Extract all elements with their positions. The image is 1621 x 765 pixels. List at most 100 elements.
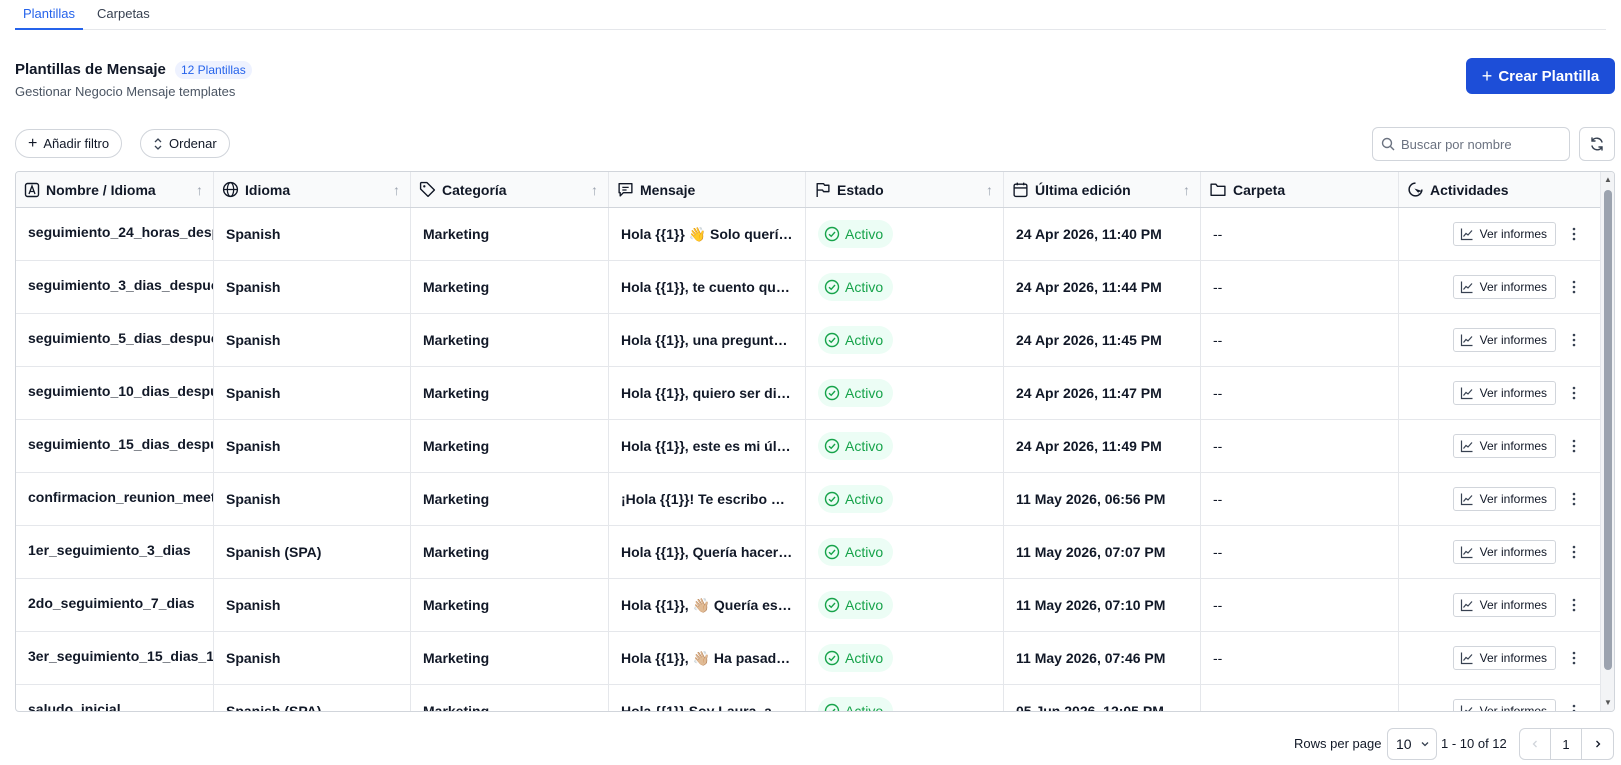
template-name-cell: seguimiento_10_dias_despues	[16, 367, 214, 419]
column-header-language[interactable]: Idioma ↑	[214, 172, 411, 207]
table-row[interactable]: 1er_seguimiento_3_dias Spanish (SPA) Marke…	[16, 526, 1614, 579]
status-badge: Activo	[818, 591, 894, 619]
template-language: Spanish	[226, 279, 281, 295]
view-reports-button[interactable]: Ver informes	[1452, 275, 1556, 299]
more-options-icon[interactable]	[1566, 223, 1582, 245]
name-icon	[24, 182, 40, 197]
table-row[interactable]: seguimiento_3_dias_despues Spanish Marketi…	[16, 261, 1614, 314]
language-cell: Spanish	[214, 579, 411, 631]
next-page-button[interactable]	[1582, 729, 1613, 759]
status-badge: Activo	[818, 379, 894, 407]
status-badge: Activo	[818, 697, 894, 712]
search-input[interactable]	[1401, 136, 1561, 152]
sort-arrow-icon[interactable]: ↑	[393, 182, 400, 198]
scroll-down-icon[interactable]: ▼	[1603, 698, 1613, 708]
vertical-scrollbar[interactable]: ▲ ▼	[1600, 172, 1614, 711]
template-name-cell: 3er_seguimiento_15_dias_1	[16, 632, 214, 684]
message-cell: Hola {{1}}, una pregunta rápida	[609, 314, 806, 366]
column-header-message[interactable]: Mensaje	[609, 172, 806, 207]
template-category: Marketing	[423, 597, 490, 613]
sort-arrow-icon[interactable]: ↑	[196, 182, 203, 198]
refresh-button[interactable]	[1579, 127, 1615, 161]
activities-cell: Ver informes	[1399, 473, 1596, 525]
prev-page-button[interactable]	[1520, 729, 1551, 759]
more-options-icon[interactable]	[1566, 488, 1582, 510]
status-cell: Activo	[806, 579, 1004, 631]
folder-cell: --	[1201, 685, 1399, 712]
column-header-last-edit[interactable]: Última edición ↑	[1004, 172, 1201, 207]
more-options-icon[interactable]	[1566, 594, 1582, 616]
category-cell: Marketing	[411, 579, 609, 631]
view-reports-button[interactable]: Ver informes	[1452, 699, 1556, 711]
table-row[interactable]: saludo_inicial Spanish (SPA) Marketing Hola…	[16, 685, 1614, 712]
more-options-icon[interactable]	[1566, 329, 1582, 351]
status-label: Activo	[845, 703, 884, 712]
language-cell: Spanish	[214, 632, 411, 684]
globe-icon	[222, 181, 239, 198]
language-cell: Spanish (SPA)	[214, 526, 411, 578]
scroll-up-icon[interactable]: ▲	[1603, 175, 1613, 185]
sort-arrow-icon[interactable]: ↑	[986, 182, 993, 198]
sort-arrow-icon[interactable]: ↑	[1183, 182, 1190, 198]
template-category: Marketing	[423, 438, 490, 454]
view-reports-button[interactable]: Ver informes	[1452, 487, 1556, 511]
page-button-current[interactable]: 1	[1551, 729, 1582, 759]
message-cell: Hola {{1}}, este es mi último	[609, 420, 806, 472]
add-filter-button[interactable]: + Añadir filtro	[15, 129, 123, 158]
view-reports-button[interactable]: Ver informes	[1452, 593, 1556, 617]
column-label: Última edición	[1035, 181, 1131, 198]
message-cell: Hola {{1}}, te cuento que la	[609, 261, 806, 313]
template-message: ¡Hola {{1}}! Te escribo para	[621, 491, 793, 507]
table-row[interactable]: seguimiento_5_dias_despues Spanish Marketi…	[16, 314, 1614, 367]
last-edit-cell: 24 Apr 2026, 11:47 PM	[1004, 367, 1201, 419]
more-options-icon[interactable]	[1566, 435, 1582, 457]
more-options-icon[interactable]	[1566, 382, 1582, 404]
status-badge: Activo	[818, 326, 894, 354]
sort-arrow-icon[interactable]: ↑	[591, 182, 598, 198]
table-row[interactable]: seguimiento_24_horas_despu Spanish Marketi…	[16, 208, 1614, 261]
create-template-button[interactable]: + Crear Plantilla	[1466, 58, 1615, 94]
more-options-icon[interactable]	[1566, 700, 1582, 711]
table-header: Nombre / Idioma ↑ Idioma ↑ Categoría ↑ M…	[16, 172, 1614, 208]
column-header-folder[interactable]: Carpeta	[1201, 172, 1399, 207]
view-reports-label: Ver informes	[1479, 492, 1547, 506]
more-options-icon[interactable]	[1566, 647, 1582, 669]
rows-per-page-select[interactable]: 10	[1387, 728, 1437, 760]
status-badge: Activo	[818, 273, 894, 301]
language-cell: Spanish (SPA)	[214, 685, 411, 711]
table-row[interactable]: 3er_seguimiento_15_dias_1 Spanish Marketin…	[16, 632, 1614, 685]
view-reports-button[interactable]: Ver informes	[1452, 328, 1556, 352]
scrollbar-thumb[interactable]	[1604, 190, 1612, 670]
category-cell: Marketing	[411, 314, 609, 366]
table-row[interactable]: confirmacion_reunion_meet Spanish Marketin…	[16, 473, 1614, 526]
view-reports-button[interactable]: Ver informes	[1452, 434, 1556, 458]
folder-value: --	[1213, 279, 1223, 295]
view-reports-button[interactable]: Ver informes	[1452, 222, 1556, 246]
column-header-category[interactable]: Categoría ↑	[411, 172, 609, 207]
view-reports-label: Ver informes	[1479, 333, 1547, 347]
folder-value: --	[1213, 703, 1223, 712]
table-row[interactable]: 2do_seguimiento_7_dias Spanish Marketing Ho…	[16, 579, 1614, 632]
folder-cell: --	[1201, 261, 1399, 313]
folder-value: --	[1213, 650, 1223, 666]
column-header-activities[interactable]: Actividades	[1399, 172, 1596, 207]
column-header-name[interactable]: Nombre / Idioma ↑	[16, 172, 214, 207]
table-row[interactable]: seguimiento_10_dias_despues Spanish Market…	[16, 367, 1614, 420]
templates-table: Nombre / Idioma ↑ Idioma ↑ Categoría ↑ M…	[15, 171, 1615, 712]
view-reports-button[interactable]: Ver informes	[1452, 540, 1556, 564]
column-header-status[interactable]: Estado ↑	[806, 172, 1004, 207]
view-reports-button[interactable]: Ver informes	[1452, 646, 1556, 670]
tab-carpetas[interactable]: Carpetas	[89, 0, 158, 30]
status-label: Activo	[845, 226, 884, 242]
more-options-icon[interactable]	[1566, 276, 1582, 298]
category-cell: Marketing	[411, 420, 609, 472]
more-options-icon[interactable]	[1566, 541, 1582, 563]
check-circle-icon	[824, 650, 840, 666]
table-row[interactable]: seguimiento_15_dias_despues Spanish Market…	[16, 420, 1614, 473]
tab-plantillas[interactable]: Plantillas	[15, 0, 84, 30]
status-cell: Activo	[806, 208, 1004, 260]
status-label: Activo	[845, 438, 884, 454]
template-category: Marketing	[423, 703, 490, 712]
sort-button[interactable]: Ordenar	[140, 129, 230, 158]
view-reports-button[interactable]: Ver informes	[1452, 381, 1556, 405]
